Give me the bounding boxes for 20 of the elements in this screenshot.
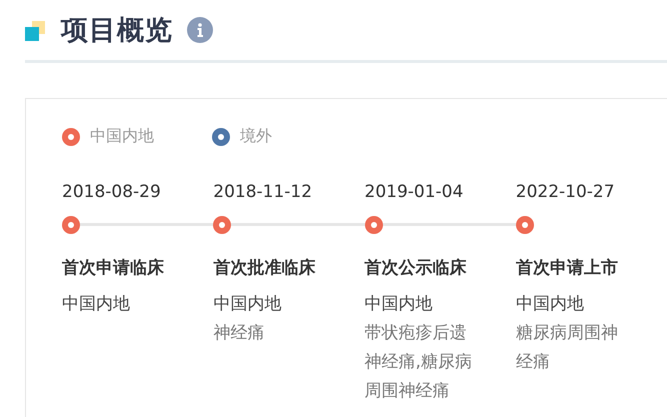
- legend-label: 境外: [240, 126, 272, 147]
- squares-logo-icon: [25, 21, 45, 41]
- event-region: 中国内地: [364, 293, 434, 316]
- event-date: 2018-11-12: [213, 181, 314, 203]
- section-title: 项目概览: [61, 14, 173, 48]
- event-region: 中国内地: [62, 293, 131, 316]
- event-region: 中国内地: [213, 293, 282, 316]
- event-region: 中国内地: [516, 293, 585, 316]
- event-title: 首次公示临床: [364, 257, 468, 280]
- event-date: 2022-10-27: [516, 181, 616, 203]
- event-title: 首次申请上市: [516, 257, 619, 280]
- event-title: 首次批准临床: [213, 257, 316, 280]
- event-date: 2019-01-04: [364, 181, 464, 203]
- event-indication: 带状疱疹后遗神经痛,糖尿病周围神经痛: [364, 322, 472, 403]
- event-title: 首次申请临床: [62, 257, 165, 280]
- event-date: 2018-08-29: [62, 181, 162, 203]
- info-icon[interactable]: [187, 17, 213, 43]
- event-indication: 神经痛: [213, 322, 266, 345]
- legend-label: 中国内地: [90, 126, 154, 147]
- event-indication: 糖尿病周围神经痛: [516, 322, 619, 374]
